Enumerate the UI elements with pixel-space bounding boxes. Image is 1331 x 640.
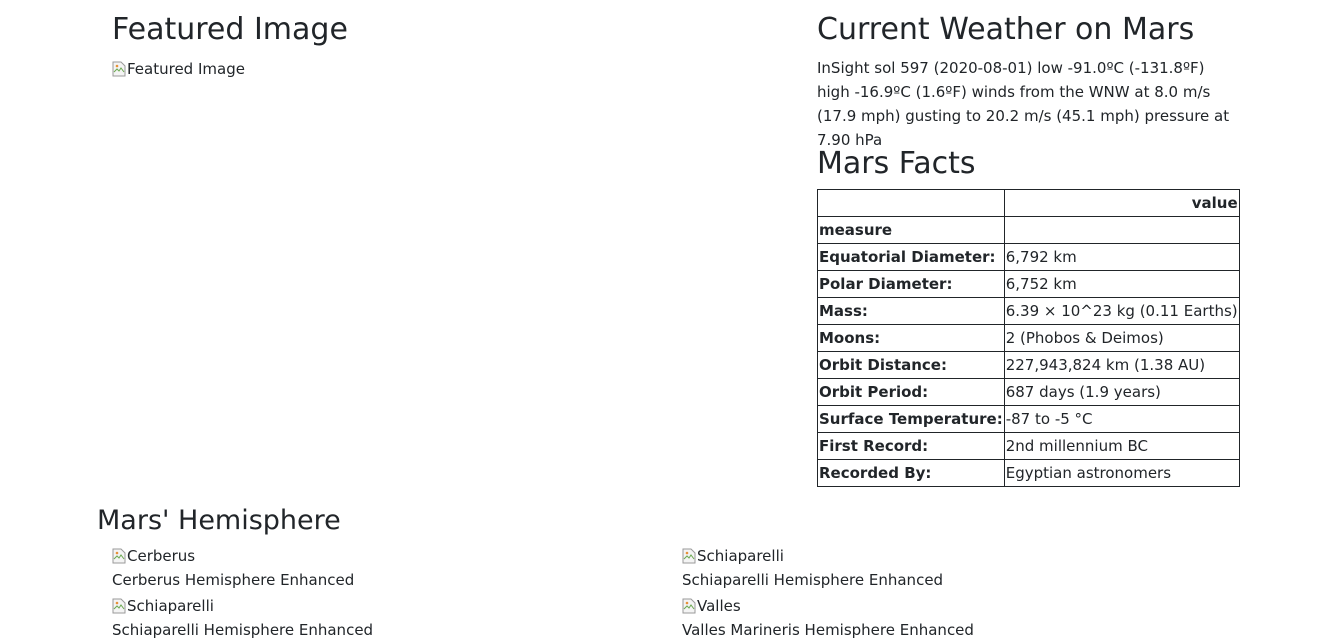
page: Featured Image Featured Image Current We… <box>0 0 1331 640</box>
row-label: Orbit Distance: <box>817 351 1005 379</box>
broken-image-icon <box>682 548 696 564</box>
hemisphere-card: Valles Valles Marineris Hemisphere Enhan… <box>682 596 974 640</box>
row-value: 2 (Phobos & Deimos) <box>1003 324 1240 352</box>
broken-image-icon <box>112 548 126 564</box>
hemisphere-caption: Schiaparelli Hemisphere Enhanced <box>682 571 944 589</box>
broken-image-icon <box>112 61 126 77</box>
table-row: Surface Temperature: -87 to -5 °C <box>817 405 1240 433</box>
row-value: 2nd millennium BC <box>1003 432 1240 460</box>
row-label: Mass: <box>817 297 1005 325</box>
table-row: First Record: 2nd millennium BC <box>817 432 1240 460</box>
row-label: Recorded By: <box>817 459 1005 487</box>
row-value: 6,752 km <box>1003 270 1240 298</box>
featured-image-alt: Featured Image <box>127 60 245 78</box>
row-label: Polar Diameter: <box>817 270 1005 298</box>
table-row: Equatorial Diameter: 6,792 km <box>817 243 1240 271</box>
row-label: Equatorial Diameter: <box>817 243 1005 271</box>
weather-section: Current Weather on Mars InSight sol 597 … <box>817 12 1237 152</box>
index-empty-cell <box>1003 216 1240 244</box>
hemisphere-caption: Cerberus Hemisphere Enhanced <box>112 571 355 589</box>
weather-text: InSight sol 597 (2020-08-01) low -91.0ºC… <box>817 59 1230 149</box>
hemisphere-image[interactable]: Schiaparelli <box>682 546 784 566</box>
hemisphere-caption: Valles Marineris Hemisphere Enhanced <box>682 621 974 639</box>
row-value: 6,792 km <box>1003 243 1240 271</box>
table-row: Polar Diameter: 6,752 km <box>817 270 1240 298</box>
row-label: First Record: <box>817 432 1005 460</box>
row-value: -87 to -5 °C <box>1003 405 1240 433</box>
row-value: Egyptian astronomers <box>1003 459 1240 487</box>
hemisphere-card: Cerberus Cerberus Hemisphere Enhanced <box>112 546 354 592</box>
row-value: 687 days (1.9 years) <box>1003 378 1240 406</box>
hemisphere-card: Schiaparelli Schiaparelli Hemisphere Enh… <box>112 596 373 640</box>
table-index-row: measure <box>817 216 1240 244</box>
hemisphere-card: Schiaparelli Schiaparelli Hemisphere Enh… <box>682 546 943 592</box>
mars-facts-table: value measure Equatorial Diameter: 6,792… <box>817 189 1240 487</box>
hemispheres-heading: Mars' Hemisphere <box>97 505 341 536</box>
hemisphere-caption: Schiaparelli Hemisphere Enhanced <box>112 621 374 639</box>
hemisphere-image[interactable]: Valles <box>682 596 741 616</box>
measure-index-header: measure <box>817 216 1005 244</box>
weather-heading: Current Weather on Mars <box>817 12 1195 47</box>
table-row: Mass: 6.39 × 10^23 kg (0.11 Earths) <box>817 297 1240 325</box>
table-row: Moons: 2 (Phobos & Deimos) <box>817 324 1240 352</box>
row-value: 227,943,824 km (1.38 AU) <box>1003 351 1240 379</box>
row-value: 6.39 × 10^23 kg (0.11 Earths) <box>1003 297 1240 325</box>
hemisphere-image-alt: Schiaparelli <box>127 597 214 615</box>
hemisphere-image-alt: Valles <box>697 597 741 615</box>
hemispheres-section: Mars' Hemisphere Cerberus Cerberus Hemis… <box>97 504 1297 639</box>
table-row: Orbit Period: 687 days (1.9 years) <box>817 378 1240 406</box>
row-label: Moons: <box>817 324 1005 352</box>
featured-image-section: Featured Image Featured Image <box>112 12 348 81</box>
broken-image-icon <box>682 598 696 614</box>
broken-image-icon <box>112 598 126 614</box>
featured-image[interactable]: Featured Image <box>112 59 245 79</box>
table-row: Recorded By: Egyptian astronomers <box>817 459 1240 487</box>
table-corner-cell <box>817 189 1005 217</box>
hemisphere-image[interactable]: Cerberus <box>112 546 195 566</box>
mars-facts-heading: Mars Facts <box>817 146 976 181</box>
mars-facts-section: Mars Facts value measure Equatorial Diam… <box>817 146 1240 487</box>
value-column-header: value <box>1003 189 1240 217</box>
row-label: Orbit Period: <box>817 378 1005 406</box>
hemisphere-image[interactable]: Schiaparelli <box>112 596 214 616</box>
table-row: Orbit Distance: 227,943,824 km (1.38 AU) <box>817 351 1240 379</box>
hemisphere-image-alt: Schiaparelli <box>697 547 784 565</box>
hemisphere-image-alt: Cerberus <box>127 547 196 565</box>
table-header-row: value <box>817 189 1240 217</box>
row-label: Surface Temperature: <box>817 405 1005 433</box>
featured-image-heading: Featured Image <box>112 12 348 47</box>
